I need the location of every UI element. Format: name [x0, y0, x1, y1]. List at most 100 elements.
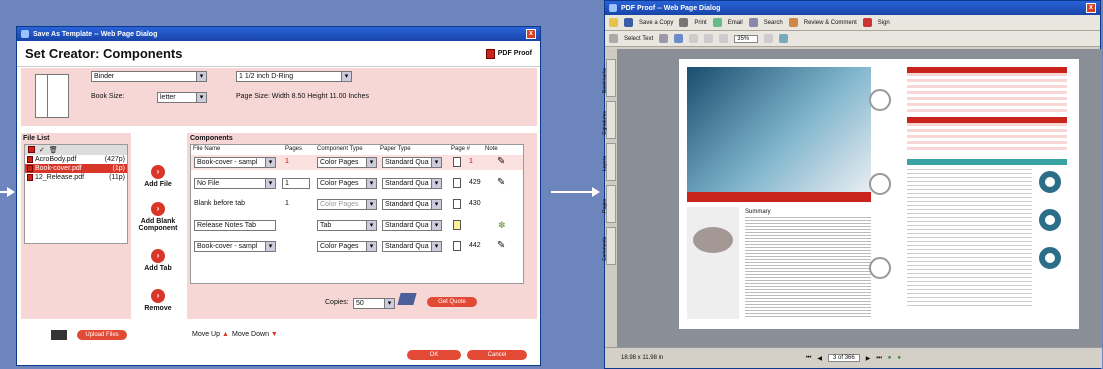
add-file-button[interactable]: Add File [133, 181, 183, 188]
open-icon[interactable] [609, 18, 618, 27]
note-icon[interactable]: ✎ [497, 177, 505, 188]
email-icon[interactable] [712, 18, 722, 27]
col-note: Note [485, 146, 498, 152]
list-item[interactable]: Book-cover.pdf (1p) [25, 164, 127, 173]
move-up-button[interactable]: Move Up ▲ [192, 331, 229, 338]
pdf-icon [485, 48, 495, 59]
add-tab-icon[interactable]: › [151, 249, 165, 263]
row-paper-select[interactable]: Standard Qua [382, 199, 442, 210]
save-copy-icon[interactable] [624, 18, 633, 27]
row-paper-select[interactable]: Standard Qua [382, 241, 442, 252]
row-checkbox[interactable] [453, 199, 461, 209]
col-file-name: File Name [193, 146, 221, 152]
copies-select[interactable]: 50 [353, 298, 395, 309]
tab-signatures[interactable]: Signatures [602, 101, 616, 139]
row-type-select[interactable]: Color Pages [317, 241, 377, 252]
zoom-select[interactable]: 35% [734, 34, 759, 43]
row-file-input[interactable]: Release Notes Tab [194, 220, 276, 231]
ok-button[interactable]: OK [407, 350, 461, 360]
prev-page-icon[interactable]: ◀ [817, 355, 822, 362]
row-file-select[interactable]: No File [194, 178, 276, 189]
row-paper-select[interactable]: Standard Qua [382, 157, 442, 168]
red-band [687, 192, 871, 202]
pdf-icon [27, 165, 33, 172]
right-page [879, 59, 1079, 329]
review-comment-button[interactable]: Review & Comment [804, 20, 857, 26]
pdf-icon [27, 174, 33, 181]
first-page-icon[interactable]: ⏮ [806, 355, 811, 362]
page-number-field[interactable]: 3 of 366 [828, 354, 860, 362]
office-photo [687, 67, 871, 192]
pdf-add-icon[interactable] [28, 146, 35, 153]
next-page-icon[interactable]: ▶ [866, 355, 871, 362]
back-icon[interactable]: ● [888, 355, 892, 361]
actual-size-icon[interactable] [689, 34, 699, 43]
add-tab-button[interactable]: Add Tab [133, 265, 183, 272]
review-icon[interactable] [788, 18, 798, 27]
search-icon[interactable] [748, 18, 758, 27]
row-type-select[interactable]: Tab [317, 220, 377, 231]
acrobat-toolbar-1: Save a Copy Print Email Search Review & … [605, 15, 1100, 31]
row-paper-select[interactable]: Standard Qua [382, 220, 442, 231]
snapshot-icon[interactable] [659, 34, 669, 43]
row-pages-input[interactable]: 1 [282, 178, 310, 189]
zoom-out-icon[interactable] [719, 34, 729, 43]
cancel-button[interactable]: Cancel [467, 350, 527, 360]
row-type-select[interactable]: Color Pages [317, 199, 377, 210]
print-button[interactable]: Print [694, 20, 706, 26]
row-checkbox[interactable] [453, 241, 461, 251]
forward-icon[interactable]: ● [897, 355, 901, 361]
tab-bookmarks[interactable]: Bookmarks [602, 59, 616, 97]
pdf-proof-button[interactable]: PDF Proof [485, 48, 532, 59]
check-icon[interactable]: ✓ [39, 146, 45, 154]
document-viewer[interactable]: Summary [617, 49, 1102, 349]
email-button[interactable]: Email [728, 20, 743, 26]
close-icon[interactable]: x [526, 29, 536, 39]
remove-button[interactable]: Remove [133, 305, 183, 312]
tab-comments[interactable]: Comments [602, 227, 616, 265]
tab-layers[interactable]: Layers [602, 143, 616, 181]
zoom-in-icon[interactable] [764, 34, 774, 43]
row-checkbox[interactable] [453, 157, 461, 167]
row-file-select[interactable]: Book-cover - sampl [194, 241, 276, 252]
select-text-tool[interactable]: Select Text [624, 36, 653, 42]
note-icon[interactable]: ✎ [497, 240, 505, 251]
row-file-select[interactable]: Book-cover - sampl [194, 157, 276, 168]
remove-icon[interactable]: › [151, 289, 165, 303]
list-item[interactable]: 12_Release.pdf (11p) [25, 173, 127, 182]
note-icon[interactable]: ✎ [497, 156, 505, 167]
save-copy-button[interactable]: Save a Copy [639, 20, 673, 26]
pdf-titlebar: PDF Proof -- Web Page Dialog x [605, 1, 1100, 15]
get-quote-button[interactable]: Get Quote [427, 297, 477, 307]
last-page-icon[interactable]: ⏭ [876, 355, 881, 362]
file-list: ✓ 🗑 AcroBody.pdf (427p) Book-cover.pdf (1p… [24, 144, 128, 244]
row-type-select[interactable]: Color Pages [317, 157, 377, 168]
sign-icon[interactable] [862, 18, 872, 27]
add-blank-icon[interactable]: › [151, 202, 165, 216]
hand-icon[interactable] [609, 34, 618, 43]
row-paper-select[interactable]: Standard Qua [382, 178, 442, 189]
close-icon[interactable]: x [1086, 3, 1096, 13]
rotate-icon[interactable] [779, 34, 789, 43]
row-checkbox[interactable] [453, 178, 461, 188]
print-icon[interactable] [679, 18, 689, 27]
sign-button[interactable]: Sign [878, 20, 890, 26]
zoom-icon[interactable] [674, 34, 684, 43]
save-icon-bottom[interactable] [57, 330, 67, 340]
page-title: Set Creator: Components [25, 46, 183, 61]
row-tab-checkbox[interactable] [453, 220, 461, 230]
move-down-button[interactable]: Move Down ▼ [232, 331, 278, 338]
upload-files-button[interactable]: Upload Files [77, 330, 127, 340]
add-file-icon[interactable]: › [151, 165, 165, 179]
book-size-select[interactable]: letter [157, 92, 207, 103]
add-blank-component-button[interactable]: Add Blank Component [133, 218, 183, 232]
trash-icon[interactable]: 🗑 [49, 146, 58, 154]
list-item[interactable]: AcroBody.pdf (427p) [25, 155, 127, 164]
fit-page-icon[interactable] [704, 34, 714, 43]
ring-select[interactable]: 1 1/2 inch D-Ring [236, 71, 352, 82]
row-type-select[interactable]: Color Pages [317, 178, 377, 189]
tab-pages[interactable]: Pages [602, 185, 616, 223]
tab-pages-label: Pages [602, 198, 608, 213]
binder-select[interactable]: Binder [91, 71, 207, 82]
search-button[interactable]: Search [764, 20, 783, 26]
